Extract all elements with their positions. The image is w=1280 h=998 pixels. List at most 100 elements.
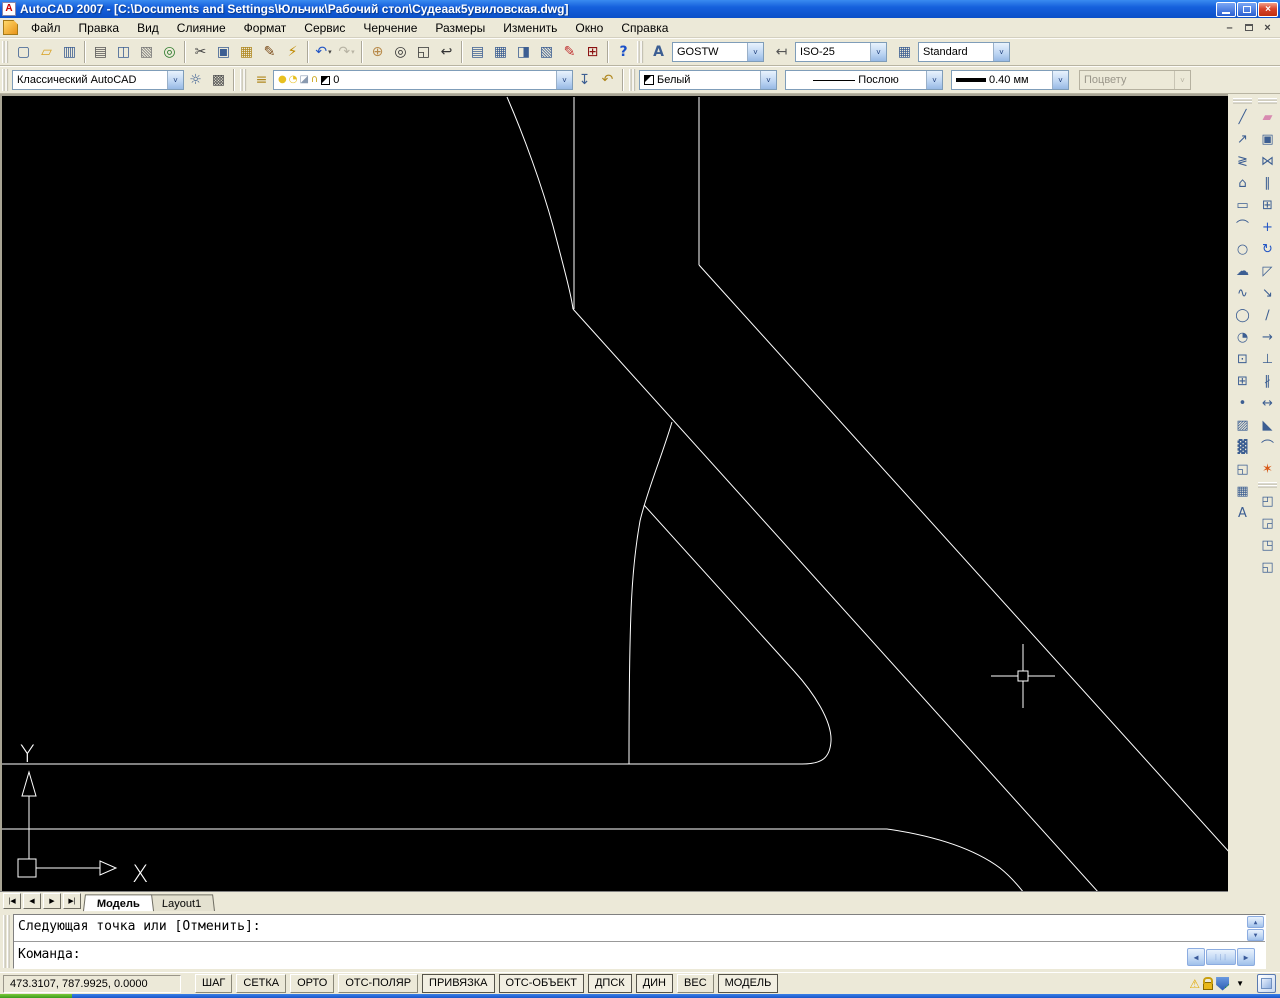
menu-правка[interactable]: Правка [70, 19, 129, 37]
break-at-point-button[interactable]: ⊥ [1256, 348, 1279, 370]
arc-button[interactable]: ⌒ [1231, 216, 1254, 238]
next-tab-button[interactable]: ▶ [43, 893, 61, 909]
drawing-viewport[interactable]: YX [0, 94, 1228, 891]
menu-окно[interactable]: Окно [566, 19, 612, 37]
scroll-right-button[interactable]: ▶ [1237, 948, 1255, 966]
open-button[interactable]: ▱ [35, 41, 58, 64]
plot-preview-button[interactable]: ◫ [112, 41, 135, 64]
command-horizontal-scrollbar[interactable]: ◀ ||| ▶ [1187, 948, 1255, 966]
3d-dwf-button[interactable]: ◎ [158, 41, 181, 64]
chevron-down-icon[interactable]: ˅ [747, 43, 763, 61]
mdi-minimize-button[interactable]: – [1221, 20, 1238, 35]
menu-черчение[interactable]: Черчение [354, 19, 426, 37]
draworder-toolbar-grip[interactable] [1258, 482, 1277, 488]
array-button[interactable]: ⊞ [1256, 194, 1279, 216]
bring-above-objects-button[interactable]: ◳ [1256, 534, 1279, 556]
restore-button[interactable] [1237, 1, 1257, 17]
save-button[interactable]: ▥ [58, 41, 81, 64]
markup-set-manager-button[interactable]: ✎ [558, 41, 581, 64]
polyline-button[interactable]: ≷ [1231, 150, 1254, 172]
mirror-button[interactable]: ⋈ [1256, 150, 1279, 172]
explode-button[interactable]: ✶ [1256, 458, 1279, 480]
menu-слияние[interactable]: Слияние [168, 19, 235, 37]
offset-button[interactable]: ∥ [1256, 172, 1279, 194]
chevron-down-icon[interactable]: ˅ [870, 43, 886, 61]
chevron-down-icon[interactable]: ˅ [1052, 71, 1068, 89]
stretch-button[interactable]: ↘ [1256, 282, 1279, 304]
copy-button[interactable]: ▣ [212, 41, 235, 64]
status-toggle-шаг[interactable]: ШАГ [195, 974, 233, 993]
command-vertical-scrollbar[interactable]: ▲ ▼ [1247, 916, 1264, 941]
publish-button[interactable]: ▧ [135, 41, 158, 64]
copy-object-button[interactable]: ▣ [1256, 128, 1279, 150]
menu-справка[interactable]: Справка [612, 19, 677, 37]
revision-cloud-button[interactable]: ☁ [1231, 260, 1254, 282]
text-style-combo[interactable]: GOSTW ˅ [672, 42, 764, 62]
chevron-down-icon[interactable]: ˅ [760, 71, 776, 89]
undo-dropdown-caret[interactable]: ▾ [328, 48, 332, 56]
layer-combo[interactable]: ● ◔ ◪ ∩ 0 ˅ [273, 70, 573, 90]
dim-style-combo[interactable]: ISO-25 ˅ [795, 42, 887, 62]
scroll-left-button[interactable]: ◀ [1187, 948, 1205, 966]
gradient-button[interactable]: ▓ [1231, 436, 1254, 458]
table-button[interactable]: ▦ [1231, 480, 1254, 502]
mdi-close-button[interactable]: × [1259, 20, 1276, 35]
point-button[interactable]: • [1231, 392, 1254, 414]
rectangle-button[interactable]: ▭ [1231, 194, 1254, 216]
status-toggle-вес[interactable]: ВЕС [677, 974, 714, 993]
status-toggle-дпск[interactable]: ДПСК [587, 974, 632, 993]
chevron-down-icon[interactable]: ˅ [926, 71, 942, 89]
line-button[interactable]: ╱ [1231, 106, 1254, 128]
close-button[interactable]: × [1258, 1, 1278, 17]
minimize-button[interactable] [1216, 1, 1236, 17]
redo-dropdown-caret[interactable]: ▾ [351, 48, 355, 56]
spline-button[interactable]: ∿ [1231, 282, 1254, 304]
zoom-realtime-button[interactable]: ◎ [389, 41, 412, 64]
ellipse-arc-button[interactable]: ◔ [1231, 326, 1254, 348]
insert-block-button[interactable]: ⊡ [1231, 348, 1254, 370]
command-prompt-line[interactable]: Команда: [14, 943, 1265, 968]
ellipse-button[interactable]: ◯ [1231, 304, 1254, 326]
plot-button[interactable]: ▤ [89, 41, 112, 64]
multiline-text-button[interactable]: A [1231, 502, 1254, 524]
status-toggle-модель[interactable]: МОДЕЛЬ [717, 974, 779, 993]
help-button[interactable]: ? [612, 41, 635, 64]
standards-shield-icon[interactable]: ✓ [1216, 976, 1230, 991]
text-style-button[interactable]: A [647, 41, 670, 64]
extend-button[interactable]: → [1256, 326, 1279, 348]
polygon-button[interactable]: ⌂ [1231, 172, 1254, 194]
dim-style-button[interactable]: ↤ [770, 41, 793, 64]
zoom-window-button[interactable]: ◱ [412, 41, 435, 64]
menu-размеры[interactable]: Размеры [426, 19, 494, 37]
workspaces-toolbar-grip[interactable] [2, 69, 9, 91]
first-tab-button[interactable]: |◀ [3, 893, 21, 909]
layer-previous-button[interactable]: ↶ [596, 69, 619, 92]
chevron-down-icon[interactable]: ˅ [993, 43, 1009, 61]
break-button[interactable]: ∦ [1256, 370, 1279, 392]
layers-toolbar-grip[interactable] [240, 69, 247, 91]
status-toggle-отс-поляр[interactable]: ОТС-ПОЛЯР [338, 974, 419, 993]
modify-toolbar-grip[interactable] [1258, 98, 1277, 104]
send-under-objects-button[interactable]: ◱ [1256, 556, 1279, 578]
tool-palettes-button[interactable]: ◨ [512, 41, 535, 64]
undo-button[interactable]: ↶ ▾ [312, 41, 335, 64]
scroll-thumb[interactable]: ||| [1206, 949, 1236, 965]
tray-dropdown-arrow[interactable]: ▼ [1236, 979, 1244, 988]
scroll-down-button[interactable]: ▼ [1247, 929, 1264, 941]
command-text-area[interactable]: Следующая точка или [Отменить]: Команда:… [13, 914, 1266, 969]
new-button[interactable]: ▢ [12, 41, 35, 64]
tab-layout1[interactable]: Layout1 [147, 894, 215, 912]
cut-button[interactable]: ✂ [189, 41, 212, 64]
circle-button[interactable]: ○ [1231, 238, 1254, 260]
menu-формат[interactable]: Формат [235, 19, 296, 37]
communication-center-icon[interactable]: ⚠ [1189, 978, 1200, 990]
workspace-settings-button[interactable]: ☼ [184, 69, 207, 92]
status-toggle-орто[interactable]: ОРТО [290, 974, 335, 993]
bring-to-front-button[interactable]: ◰ [1256, 490, 1279, 512]
command-window-grip[interactable] [3, 915, 11, 968]
scale-button[interactable]: ◸ [1256, 260, 1279, 282]
draw-toolbar-grip[interactable] [1233, 98, 1252, 104]
table-style-button[interactable]: ▦ [893, 41, 916, 64]
erase-button[interactable]: ▰ [1256, 106, 1279, 128]
match-properties-button[interactable]: ✎ [258, 41, 281, 64]
